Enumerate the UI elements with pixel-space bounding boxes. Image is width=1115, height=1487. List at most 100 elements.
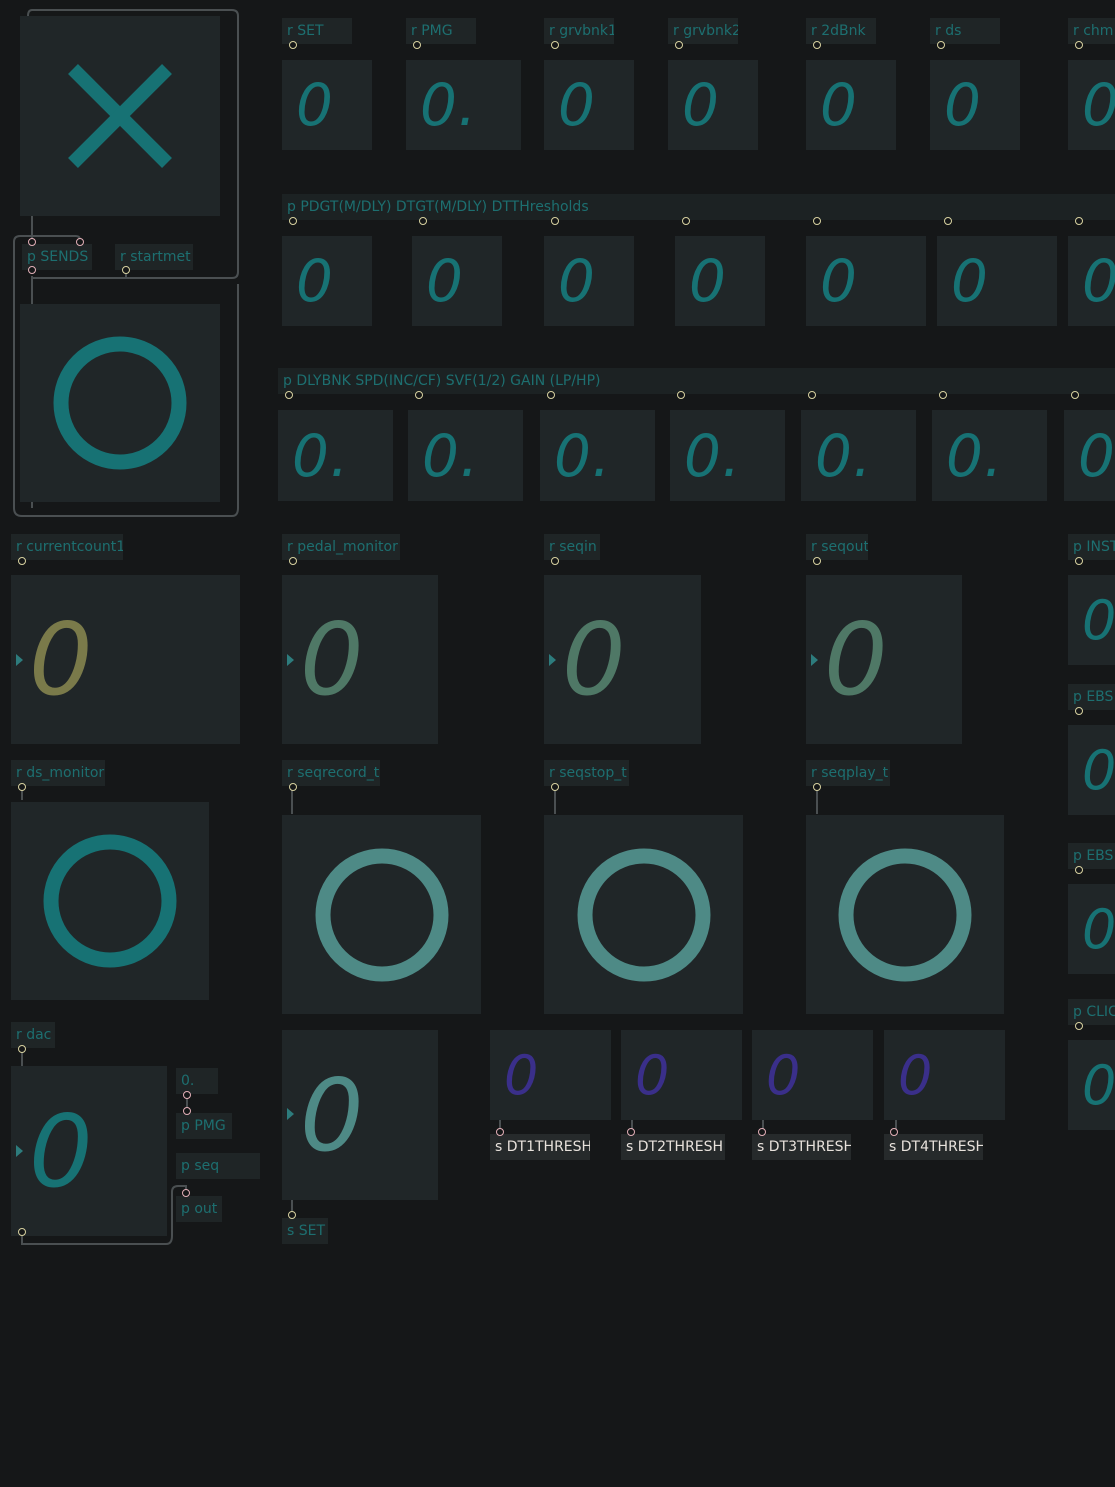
- outlet[interactable]: [289, 783, 297, 791]
- outlet[interactable]: [183, 1091, 191, 1099]
- r-dac-object[interactable]: r dac: [11, 1022, 55, 1048]
- outlet[interactable]: [939, 391, 947, 399]
- outlet[interactable]: [289, 217, 297, 225]
- r-pedal-monitor-object[interactable]: r pedal_monitor: [282, 534, 400, 560]
- r-seqstop-t-object[interactable]: r seqstop_t: [544, 760, 629, 786]
- number-box[interactable]: 0.: [670, 410, 785, 501]
- inlet[interactable]: [183, 1107, 191, 1115]
- outlet[interactable]: [18, 783, 26, 791]
- inst-number-box[interactable]: 0: [1068, 575, 1115, 665]
- outlet[interactable]: [813, 217, 821, 225]
- r-currentcount1-object[interactable]: r currentcount1: [11, 534, 123, 560]
- outlet[interactable]: [547, 391, 555, 399]
- seqrecord-button[interactable]: [282, 815, 481, 1014]
- outlet[interactable]: [18, 1228, 26, 1236]
- ebs2-number-box[interactable]: 0: [1068, 884, 1115, 974]
- receive-object[interactable]: r chm: [1068, 18, 1115, 44]
- outlet[interactable]: [677, 391, 685, 399]
- outlet[interactable]: [813, 41, 821, 49]
- number-box[interactable]: 0: [675, 236, 765, 326]
- outlet[interactable]: [289, 557, 297, 565]
- sends-button[interactable]: [20, 304, 220, 502]
- send-object[interactable]: s DT3THRESH: [752, 1134, 851, 1160]
- outlet[interactable]: [682, 217, 690, 225]
- outlet[interactable]: [1075, 866, 1083, 874]
- p-clic-object[interactable]: p CLIC: [1068, 999, 1115, 1025]
- zero-message[interactable]: 0.: [176, 1068, 218, 1094]
- number-box[interactable]: 0.: [1064, 410, 1115, 501]
- p-pdgt-header[interactable]: p PDGT(M/DLY) DTGT(M/DLY) DTTHresholds: [282, 194, 1115, 220]
- outlet[interactable]: [419, 217, 427, 225]
- number-box[interactable]: 0: [1068, 60, 1115, 150]
- set-number-box[interactable]: 0: [282, 1030, 438, 1200]
- number-box[interactable]: 0: [806, 236, 926, 326]
- send-object[interactable]: s DT1THRESH: [490, 1134, 590, 1160]
- x-toggle[interactable]: [20, 16, 220, 216]
- outlet[interactable]: [813, 557, 821, 565]
- currentcount-number-box[interactable]: 0: [11, 575, 240, 744]
- seqin-number-box[interactable]: 0: [544, 575, 701, 744]
- number-box[interactable]: 0: [282, 60, 372, 150]
- outlet[interactable]: [122, 266, 130, 274]
- inlet[interactable]: [890, 1128, 898, 1136]
- outlet[interactable]: [289, 41, 297, 49]
- p-dlybnk-header[interactable]: p DLYBNK SPD(INC/CF) SVF(1/2) GAIN (LP/H…: [278, 368, 1115, 394]
- outlet[interactable]: [413, 41, 421, 49]
- outlet[interactable]: [18, 557, 26, 565]
- inlet[interactable]: [182, 1189, 190, 1197]
- ds-button[interactable]: [11, 802, 209, 1000]
- send-object[interactable]: s DT4THRESH: [884, 1134, 983, 1160]
- outlet[interactable]: [813, 783, 821, 791]
- number-box[interactable]: 0: [937, 236, 1057, 326]
- outlet[interactable]: [551, 217, 559, 225]
- send-object[interactable]: s DT2THRESH: [621, 1134, 725, 1160]
- p-inst-object[interactable]: p INST: [1068, 534, 1115, 560]
- number-box[interactable]: 0.: [932, 410, 1047, 501]
- outlet[interactable]: [1071, 391, 1079, 399]
- number-box[interactable]: 0: [544, 236, 634, 326]
- outlet[interactable]: [1075, 557, 1083, 565]
- threshold-number-box[interactable]: 0: [621, 1030, 742, 1120]
- outlet[interactable]: [675, 41, 683, 49]
- number-box[interactable]: 0: [282, 236, 372, 326]
- threshold-number-box[interactable]: 0: [752, 1030, 873, 1120]
- inlet[interactable]: [627, 1128, 635, 1136]
- number-box[interactable]: 0.: [278, 410, 393, 501]
- ebs-number-box[interactable]: 0: [1068, 725, 1115, 815]
- outlet[interactable]: [551, 783, 559, 791]
- p-ebs-object[interactable]: p EBS: [1068, 684, 1115, 710]
- number-box[interactable]: 0: [1068, 236, 1115, 326]
- seqout-number-box[interactable]: 0: [806, 575, 962, 744]
- inlet[interactable]: [76, 238, 84, 246]
- r-seqin-object[interactable]: r seqin: [544, 534, 600, 560]
- number-box[interactable]: 0: [544, 60, 634, 150]
- outlet[interactable]: [1075, 707, 1083, 715]
- outlet[interactable]: [1075, 217, 1083, 225]
- p-seq-object[interactable]: p seq: [176, 1153, 260, 1179]
- threshold-number-box[interactable]: 0: [490, 1030, 611, 1120]
- outlet[interactable]: [551, 41, 559, 49]
- pedal-number-box[interactable]: 0: [282, 575, 438, 744]
- number-box[interactable]: 0.: [406, 60, 521, 150]
- outlet[interactable]: [1075, 41, 1083, 49]
- r-ds-monitor-object[interactable]: r ds_monitor: [11, 760, 105, 786]
- outlet[interactable]: [937, 41, 945, 49]
- p-out-object[interactable]: p out: [176, 1196, 222, 1222]
- s-set-object[interactable]: s SET: [282, 1218, 328, 1244]
- outlet[interactable]: [808, 391, 816, 399]
- number-box[interactable]: 0: [668, 60, 758, 150]
- outlet[interactable]: [1075, 1022, 1083, 1030]
- p-pmg-object[interactable]: p PMG: [176, 1113, 232, 1139]
- inlet[interactable]: [28, 238, 36, 246]
- r-seqrecord-t-object[interactable]: r seqrecord_t: [282, 760, 380, 786]
- number-box[interactable]: 0.: [408, 410, 523, 501]
- threshold-number-box[interactable]: 0: [884, 1030, 1005, 1120]
- number-box[interactable]: 0: [806, 60, 896, 150]
- outlet[interactable]: [18, 1045, 26, 1053]
- outlet[interactable]: [944, 217, 952, 225]
- dac-number-box[interactable]: 0: [11, 1066, 167, 1236]
- seqplay-button[interactable]: [806, 815, 1004, 1014]
- r-seqplay-t-object[interactable]: r seqplay_t: [806, 760, 890, 786]
- outlet[interactable]: [415, 391, 423, 399]
- inlet[interactable]: [758, 1128, 766, 1136]
